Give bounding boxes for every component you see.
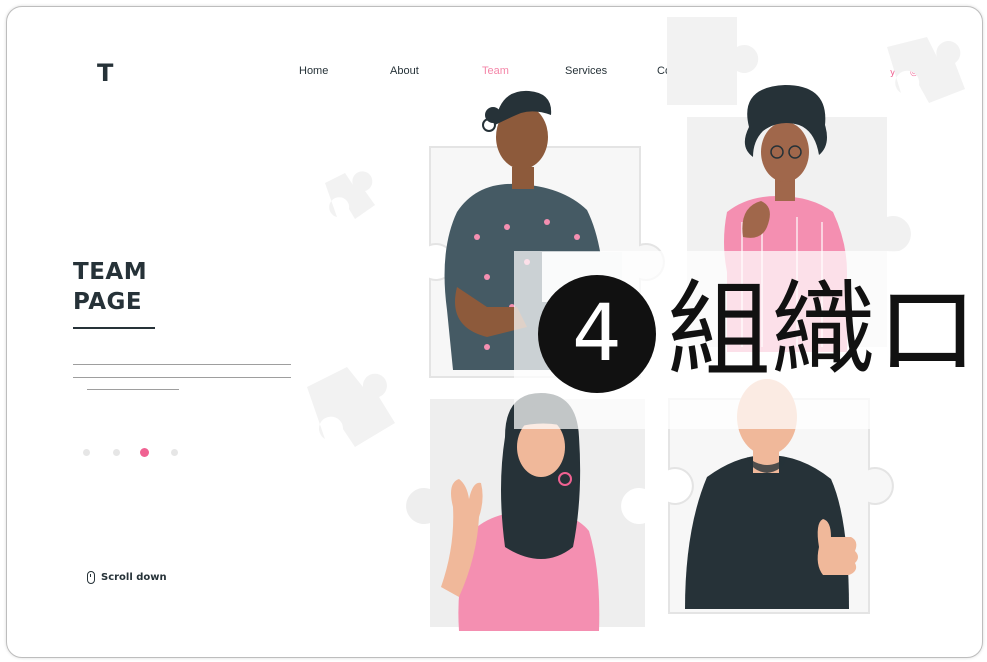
page-frame: T Home About Team Services Contact y ◎ f… [6, 6, 983, 658]
caption-text: 組織ロ [667, 269, 980, 391]
step-number-badge: 4 [538, 275, 656, 393]
